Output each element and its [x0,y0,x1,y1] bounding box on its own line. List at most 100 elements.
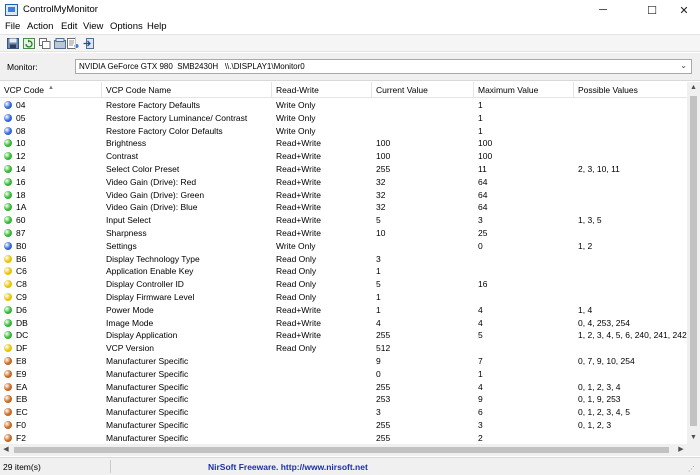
table-row[interactable]: E9 Manufacturer Specific 0 1 [0,368,687,381]
table-row[interactable]: EC Manufacturer Specific 3 6 0, 1, 2, 3, 4, … [0,406,687,419]
column-header-maximum-value[interactable]: Maximum Value [474,82,574,98]
vcp-code-cell: 05 [16,112,26,123]
current-value-cell: 5 [376,215,381,226]
table-row[interactable]: EB Manufacturer Specific 253 9 0, 1, 9, 253 [0,393,687,406]
table-row[interactable]: 08 Restore Factory Color Defaults Write On… [0,125,687,138]
menu-file[interactable]: File [5,21,20,32]
possible-values-cell: 0, 1, 9, 253 [578,394,621,405]
menu-action[interactable]: Action [27,21,53,32]
table-row[interactable]: F0 Manufacturer Specific 255 3 0, 1, 2, 3 [0,419,687,432]
vcp-name-cell: VCP Version [106,343,155,354]
status-blue-icon [4,126,12,135]
table-row[interactable]: 60 Input Select Read+Write 5 3 1, 3, 5 [0,214,687,227]
vcp-name-cell: Select Color Preset [106,164,180,174]
vcp-name-cell: Manufacturer Specific [106,381,189,392]
exit-icon[interactable] [83,38,95,49]
table-row[interactable]: DB Image Mode Read+Write 4 4 0, 4, 253, 254 [0,317,687,330]
current-value-cell: 0 [376,368,381,379]
vcp-name-cell: Contrast [106,151,139,162]
maximum-value-cell: 4 [478,381,483,392]
vertical-scrollbar[interactable]: ▲ ▼ [687,82,700,444]
column-header-possible-values[interactable]: Possible Values [574,82,687,98]
current-value-cell: 512 [376,343,391,354]
column-header-read-write[interactable]: Read-Write [272,82,372,98]
status-green-icon [4,139,12,148]
read-write-cell: Read+Write [276,138,321,149]
table-row[interactable]: 04 Restore Factory Defaults Write Only 1 [0,99,687,112]
table-row[interactable]: E8 Manufacturer Specific 9 7 0, 7, 9, 10, 25… [0,355,687,368]
monitor-dropdown[interactable]: NVIDIA GeForce GTX 980 SMB2430H \\.\DISP… [75,59,692,74]
vcp-name-cell: Settings [106,240,137,251]
vcp-name-cell: Video Gain (Drive): Red [106,176,197,187]
horizontal-scrollbar[interactable]: ◀ ▶ [0,444,687,456]
column-header-vcp-code[interactable]: VCP Code ▲ [0,82,102,98]
save-icon[interactable] [7,38,19,49]
table-row[interactable]: F2 Manufacturer Specific 255 2 [0,432,687,445]
menu-edit[interactable]: Edit [61,21,77,32]
status-blue-icon [4,241,12,250]
close-button[interactable]: ✕ [664,0,700,20]
vcp-name-cell: Restore Factory Luminance/ Contrast [106,112,248,123]
maximum-value-cell: 64 [478,202,488,213]
menu-options[interactable]: Options [110,21,143,32]
vcp-name-cell: Manufacturer Specific [106,432,189,443]
maximum-value-cell: 1 [478,112,483,123]
table-row[interactable]: 16 Video Gain (Drive): Red Read+Write 32 64 [0,176,687,189]
read-write-cell: Read Only [276,292,317,302]
read-write-cell: Read Only [276,343,317,354]
restore-icon[interactable] [54,38,66,49]
refresh-icon[interactable] [23,38,35,49]
maximum-value-cell: 1 [478,368,483,379]
table-row[interactable]: EA Manufacturer Specific 255 4 0, 1, 2, 3, 4 [0,381,687,394]
vcp-name-cell: Manufacturer Specific [106,368,189,379]
vcp-name-cell: Manufacturer Specific [106,420,189,430]
app-icon [5,4,18,16]
table-row[interactable]: DC Display Application Read+Write 255 5 1, 2,… [0,329,687,342]
current-value-cell: 9 [376,356,381,366]
copy-icon[interactable] [39,38,51,49]
status-blue-icon [4,101,12,109]
status-yellow-icon [4,293,12,301]
table-row[interactable]: 12 Contrast Read+Write 100 100 [0,150,687,163]
table-row[interactable]: C6 Application Enable Key Read Only 1 [0,265,687,278]
scroll-left-icon[interactable]: ◀ [0,444,12,456]
window-title: ControlMyMonitor [23,4,98,15]
column-header-vcp-code-name[interactable]: VCP Code Name [102,82,272,98]
resize-grip-icon[interactable]: ⋰ [688,465,695,473]
table-row[interactable]: B6 Display Technology Type Read Only 3 [0,253,687,266]
table-row[interactable]: 05 Restore Factory Luminance/ Contrast Wri… [0,112,687,125]
table-row[interactable]: C9 Display Firmware Level Read Only 1 [0,291,687,304]
read-write-cell: Write Only [276,112,316,123]
properties-icon[interactable] [67,38,79,49]
nirsoft-link[interactable]: NirSoft Freeware. http://www.nirsoft.net [208,462,368,472]
vcp-code-cell: F0 [16,420,26,430]
current-value-cell: 32 [376,202,386,213]
table-row[interactable]: B0 Settings Write Only 0 1, 2 [0,240,687,253]
table-row[interactable]: 14 Select Color Preset Read+Write 255 11 2, 3… [0,163,687,176]
current-value-cell: 5 [376,279,381,290]
table-row[interactable]: C8 Display Controller ID Read Only 5 16 [0,278,687,291]
scrollbar-thumb[interactable] [14,447,669,453]
table-row[interactable]: DF VCP Version Read Only 512 [0,342,687,355]
status-yellow-icon [4,267,12,276]
column-header-current-value[interactable]: Current Value [372,82,474,98]
table-row[interactable]: 1A Video Gain (Drive): Blue Read+Write 32 64 [0,201,687,214]
scroll-down-icon[interactable]: ▼ [687,432,700,444]
status-orange-icon [4,357,12,365]
scroll-right-icon[interactable]: ▶ [675,444,687,456]
menu-help[interactable]: Help [147,21,167,32]
menu-view[interactable]: View [83,21,103,32]
scroll-up-icon[interactable]: ▲ [687,82,700,94]
scrollbar-thumb[interactable] [690,96,697,426]
maximum-value-cell: 25 [478,228,488,238]
table-row[interactable]: 87 Sharpness Read+Write 10 25 [0,227,687,240]
table-row[interactable]: 18 Video Gain (Drive): Green Read+Write 32 6… [0,189,687,202]
maximum-value-cell: 4 [478,317,483,328]
possible-values-cell: 1, 2, 3, 4, 5, 6, 240, 241, 242, 249 [578,330,687,341]
vcp-code-cell: DC [16,330,29,341]
minimize-button[interactable]: ─ [583,0,623,20]
maximum-value-cell: 9 [478,394,483,405]
table-row[interactable]: D6 Power Mode Read+Write 1 4 1, 4 [0,304,687,317]
table-row[interactable]: 10 Brightness Read+Write 100 100 [0,137,687,150]
chevron-down-icon[interactable]: ⌄ [680,61,687,70]
